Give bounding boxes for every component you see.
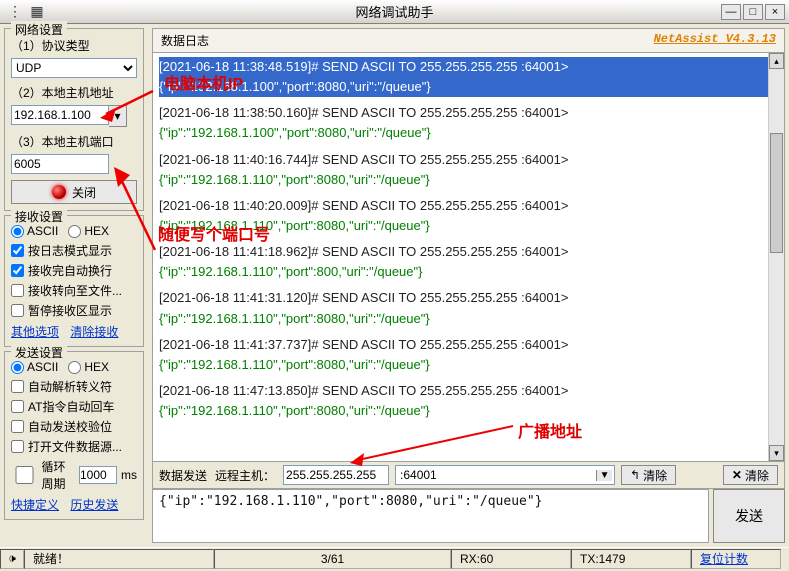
status-rx: RX:60	[451, 549, 571, 569]
log-timestamp: [2021-06-18 11:40:20.009]# SEND ASCII TO…	[159, 196, 778, 216]
close-button[interactable]: ×	[765, 4, 785, 20]
log-timestamp: [2021-06-18 11:47:13.850]# SEND ASCII TO…	[159, 381, 778, 401]
send-tab[interactable]: 数据发送	[159, 467, 207, 484]
scroll-thumb[interactable]	[770, 133, 783, 253]
remote-port-select[interactable]: :64001▼	[395, 465, 615, 485]
log-scrollbar[interactable]: ▴ ▾	[768, 53, 784, 461]
status-dot-icon	[52, 185, 66, 199]
send-history-link[interactable]: 历史发送	[70, 498, 118, 512]
log-body: {"ip":"192.168.1.110","port":8080,"uri":…	[159, 170, 778, 190]
log-body: {"ip":"192.168.1.110","port":800,"uri":"…	[159, 262, 778, 282]
recv-clear-link[interactable]: 清除接收	[70, 325, 118, 339]
log-body: {"ip":"192.168.1.110","port":8080,"uri":…	[159, 216, 778, 236]
port-input[interactable]	[11, 154, 109, 174]
host-dropdown-icon[interactable]: ▾	[109, 105, 127, 127]
cycle-input[interactable]	[79, 466, 117, 484]
minimize-button[interactable]: —	[721, 4, 741, 20]
scroll-down-icon[interactable]: ▾	[769, 445, 784, 461]
remote-host-input[interactable]	[283, 465, 389, 485]
status-ready: 就绪！	[24, 549, 214, 569]
brand-label: NetAssist V4.3.13	[654, 32, 776, 49]
send-shortcut-link[interactable]: 快捷定义	[11, 498, 59, 512]
scroll-up-icon[interactable]: ▴	[769, 53, 784, 69]
protocol-select[interactable]: UDP	[11, 58, 137, 78]
send-escape-check[interactable]: 自动解析转义符	[11, 378, 137, 395]
recv-logmode-check[interactable]: 按日志模式显示	[11, 242, 137, 259]
log-body: {"ip":"192.168.1.100","port":8080,"uri":…	[159, 77, 778, 97]
send-hex-radio[interactable]: HEX	[68, 360, 109, 374]
host-label: （2）本地主机地址	[11, 84, 137, 101]
clear-send-button[interactable]: ✕清除	[723, 465, 778, 485]
caret-left-icon: ↰	[630, 468, 640, 482]
right-pane: 数据日志 NetAssist V4.3.13 [2021-06-18 11:38…	[148, 24, 789, 547]
status-pos: 3/61	[214, 549, 451, 569]
send-openfile-check[interactable]: 打开文件数据源...	[11, 438, 137, 455]
window-title: 网络调试助手	[355, 2, 433, 21]
send-button[interactable]: 发送	[713, 489, 785, 543]
remote-host-label: 远程主机：	[215, 467, 275, 484]
log-body: {"ip":"192.168.1.110","port":8080,"uri":…	[159, 355, 778, 375]
port-label: （3）本地主机端口	[11, 133, 137, 150]
log-timestamp: [2021-06-18 11:38:50.160]# SEND ASCII TO…	[159, 103, 778, 123]
log-timestamp: [2021-06-18 11:41:18.962]# SEND ASCII TO…	[159, 242, 778, 262]
log-timestamp: [2021-06-18 11:41:37.737]# SEND ASCII TO…	[159, 335, 778, 355]
send-header: 数据发送 远程主机： :64001▼ ↰清除 ✕清除	[152, 462, 785, 489]
maximize-button[interactable]: □	[743, 4, 763, 20]
protocol-label: （1）协议类型	[11, 37, 137, 54]
log-timestamp: [2021-06-18 11:38:48.519]# SEND ASCII TO…	[159, 57, 778, 77]
recv-settings-title: 接收设置	[11, 208, 67, 225]
recv-ascii-radio[interactable]: ASCII	[11, 224, 58, 238]
clear-host-button[interactable]: ↰清除	[621, 465, 676, 485]
sidebar: 网络设置 （1）协议类型 UDP （2）本地主机地址 ▾ （3）本地主机端口 关…	[0, 24, 148, 547]
send-settings-title: 发送设置	[11, 344, 67, 361]
send-atcr-check[interactable]: AT指令自动回车	[11, 398, 137, 415]
send-ascii-radio[interactable]: ASCII	[11, 360, 58, 374]
log-tab[interactable]: 数据日志	[161, 32, 209, 49]
recv-tofile-check[interactable]: 接收转向至文件...	[11, 282, 137, 299]
log-body: {"ip":"192.168.1.110","port":8080,"uri":…	[159, 401, 778, 421]
log-body: {"ip":"192.168.1.110","port":8080,"uri":…	[159, 309, 778, 329]
recv-settings-group: 接收设置 ASCII HEX 按日志模式显示 接收完自动换行 接收转向至文件..…	[4, 215, 144, 347]
network-settings-group: 网络设置 （1）协议类型 UDP （2）本地主机地址 ▾ （3）本地主机端口 关…	[4, 28, 144, 211]
close-icon: ✕	[732, 468, 742, 482]
statusbar: 🕩 就绪！ 3/61 RX:60 TX:1479 复位计数	[0, 547, 789, 569]
status-icon: 🕩	[0, 549, 24, 569]
host-input[interactable]	[11, 105, 109, 125]
chevron-down-icon[interactable]: ▼	[596, 470, 612, 481]
network-settings-title: 网络设置	[11, 21, 67, 38]
recv-autonewline-check[interactable]: 接收完自动换行	[11, 262, 137, 279]
sysmenu-icon[interactable]: ⋮	[4, 3, 26, 20]
send-cycle-check[interactable]: 循环周期ms	[11, 458, 137, 492]
send-checksum-check[interactable]: 自动发送校验位	[11, 418, 137, 435]
send-textarea[interactable]: {"ip":"192.168.1.110","port":8080,"uri":…	[152, 489, 709, 543]
log-timestamp: [2021-06-18 11:40:16.744]# SEND ASCII TO…	[159, 150, 778, 170]
log-area[interactable]: [2021-06-18 11:38:48.519]# SEND ASCII TO…	[152, 52, 785, 462]
app-icon: ▦	[26, 3, 48, 20]
status-reset-link[interactable]: 复位计数	[691, 549, 781, 569]
recv-pause-check[interactable]: 暂停接收区显示	[11, 302, 137, 319]
log-body: {"ip":"192.168.1.100","port":8080,"uri":…	[159, 123, 778, 143]
log-timestamp: [2021-06-18 11:41:31.120]# SEND ASCII TO…	[159, 288, 778, 308]
titlebar: ⋮ ▦ 网络调试助手 — □ ×	[0, 0, 789, 24]
send-settings-group: 发送设置 ASCII HEX 自动解析转义符 AT指令自动回车 自动发送校验位 …	[4, 351, 144, 520]
close-connection-button[interactable]: 关闭	[11, 180, 137, 204]
recv-hex-radio[interactable]: HEX	[68, 224, 109, 238]
recv-other-link[interactable]: 其他选项	[11, 325, 59, 339]
status-tx: TX:1479	[571, 549, 691, 569]
